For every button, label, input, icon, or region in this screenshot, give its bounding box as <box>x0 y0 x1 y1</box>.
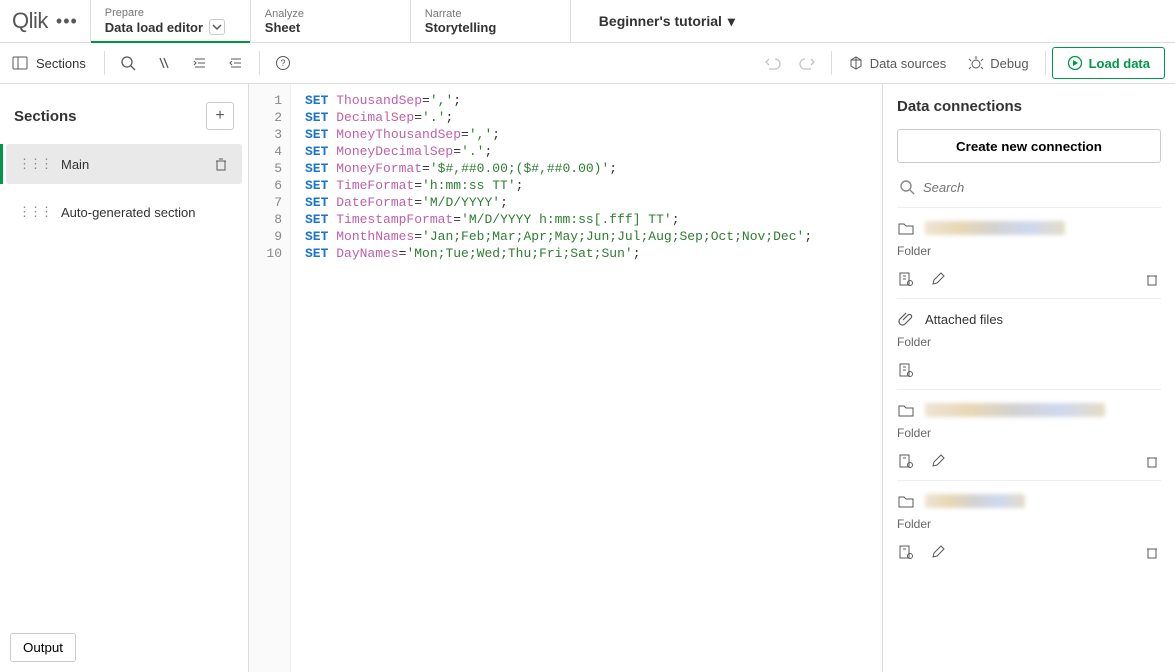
nav-tab-title: Sheet <box>265 20 396 35</box>
divider <box>1045 51 1046 75</box>
logo-area: Qlik ••• <box>0 0 90 42</box>
data-connections-panel: Data connections Create new connection F… <box>882 84 1175 672</box>
chevron-down-icon[interactable] <box>209 19 225 35</box>
section-item-main[interactable]: ⋮⋮⋮ Main <box>6 144 242 184</box>
search-icon <box>899 179 915 195</box>
connection-type: Folder <box>897 517 1161 531</box>
nav-tab-title: Data load editor <box>105 19 236 35</box>
divider <box>831 51 832 75</box>
edit-icon[interactable] <box>929 543 947 561</box>
divider <box>104 51 105 75</box>
connection-item: Folder <box>897 480 1161 571</box>
select-data-icon[interactable] <box>897 361 915 379</box>
svg-text:?: ? <box>280 58 285 68</box>
help-icon[interactable]: ? <box>266 47 300 79</box>
nav-tab-narrate[interactable]: Narrate Storytelling <box>410 0 570 42</box>
drag-handle-icon[interactable]: ⋮⋮⋮ <box>18 204 51 220</box>
search-input[interactable] <box>923 180 1159 195</box>
edit-icon[interactable] <box>929 270 947 288</box>
app-title[interactable]: Beginner's tutorial▾ <box>599 13 735 30</box>
select-data-icon[interactable] <box>897 452 915 470</box>
connection-type: Folder <box>897 426 1161 440</box>
connection-item: Folder <box>897 389 1161 480</box>
qlik-logo[interactable]: Qlik <box>12 8 48 34</box>
connections-title: Data connections <box>897 98 1161 115</box>
sections-toggle[interactable]: Sections <box>4 45 98 81</box>
more-menu-icon[interactable]: ••• <box>56 11 78 32</box>
folder-icon <box>897 492 915 510</box>
search-icon[interactable] <box>111 47 145 79</box>
delete-icon[interactable] <box>1143 452 1161 470</box>
sidebar-title: Sections <box>14 108 77 125</box>
nav-tab-label: Prepare <box>105 7 236 19</box>
debug-button[interactable]: Debug <box>958 47 1038 79</box>
edit-icon[interactable] <box>929 452 947 470</box>
output-button[interactable]: Output <box>10 633 76 662</box>
nav-tab-prepare[interactable]: Prepare Data load editor <box>90 0 250 42</box>
connection-name <box>925 403 1105 417</box>
section-item-auto[interactable]: ⋮⋮⋮ Auto-generated section <box>6 192 242 232</box>
outdent-icon[interactable] <box>219 47 253 79</box>
attachment-icon <box>897 310 915 328</box>
line-gutter: 12345678910 <box>249 84 291 672</box>
connection-type: Folder <box>897 335 1161 349</box>
drag-handle-icon[interactable]: ⋮⋮⋮ <box>18 156 51 172</box>
code-area[interactable]: SET ThousandSep=',';SET DecimalSep='.';S… <box>291 84 882 672</box>
section-item-label: Main <box>61 157 89 172</box>
sections-sidebar: Sections + ⋮⋮⋮ Main ⋮⋮⋮ Auto-generated s… <box>0 84 249 672</box>
redo-icon[interactable] <box>791 47 825 79</box>
nav-tab-label: Narrate <box>425 8 556 20</box>
data-sources-button[interactable]: Data sources <box>838 47 957 79</box>
select-data-icon[interactable] <box>897 270 915 288</box>
folder-icon <box>897 219 915 237</box>
delete-icon[interactable] <box>1143 543 1161 561</box>
load-data-button[interactable]: Load data <box>1052 47 1165 79</box>
connection-name <box>925 221 1065 235</box>
top-navigation: Qlik ••• Prepare Data load editor Analyz… <box>0 0 1175 43</box>
comment-icon[interactable] <box>147 47 181 79</box>
create-connection-button[interactable]: Create new connection <box>897 129 1161 163</box>
connection-type: Folder <box>897 244 1161 258</box>
undo-icon[interactable] <box>755 47 789 79</box>
select-data-icon[interactable] <box>897 543 915 561</box>
connections-search[interactable] <box>897 175 1161 199</box>
connection-item-attached: Attached files Folder <box>897 298 1161 389</box>
app-title-area: Beginner's tutorial▾ <box>570 0 1175 42</box>
add-section-button[interactable]: + <box>206 102 234 130</box>
folder-icon <box>897 401 915 419</box>
nav-tab-title: Storytelling <box>425 20 556 35</box>
connection-name: Attached files <box>925 312 1003 327</box>
connection-name <box>925 494 1025 508</box>
toolbar: Sections ? Data sources Debug Load data <box>0 43 1175 84</box>
divider <box>259 51 260 75</box>
nav-tab-label: Analyze <box>265 8 396 20</box>
connection-item: Folder <box>897 207 1161 298</box>
nav-tab-analyze[interactable]: Analyze Sheet <box>250 0 410 42</box>
delete-icon[interactable] <box>212 155 230 173</box>
section-item-label: Auto-generated section <box>61 205 195 220</box>
delete-icon[interactable] <box>1143 270 1161 288</box>
chevron-down-icon[interactable]: ▾ <box>728 13 735 29</box>
indent-icon[interactable] <box>183 47 217 79</box>
code-editor[interactable]: 12345678910 SET ThousandSep=',';SET Deci… <box>249 84 882 672</box>
